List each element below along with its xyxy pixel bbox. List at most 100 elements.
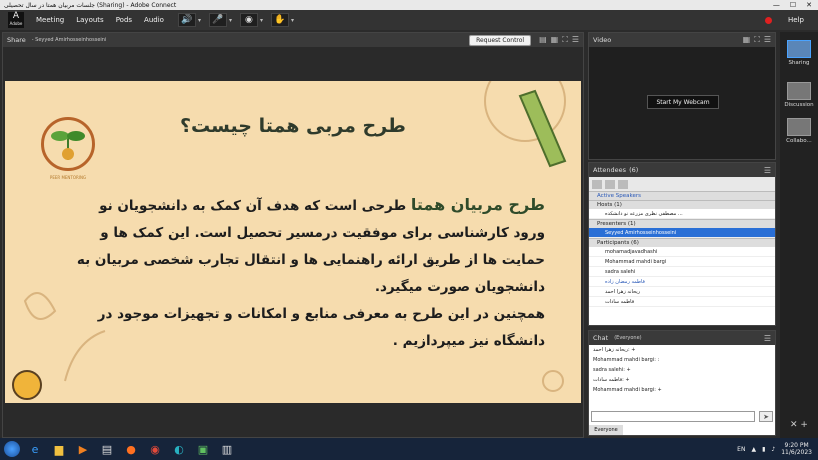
slide-body: طرح مربیان همتا طرحی است که هدف آن کمک ب… bbox=[45, 191, 545, 355]
layout-thumb-icon bbox=[787, 82, 811, 100]
raise-hand-tool[interactable]: ✋ ▾ bbox=[271, 13, 294, 27]
menu-audio[interactable]: Audio bbox=[144, 16, 164, 24]
chat-pod-title: Chat bbox=[593, 334, 609, 342]
slide-title: طرح مربی همتا چیست؟ bbox=[180, 115, 406, 137]
layout-sharing[interactable]: Sharing bbox=[784, 40, 814, 66]
tray-arrow-icon[interactable]: ▲ bbox=[751, 446, 756, 453]
video-pod-header: Video ▦ ⛶ ☰ bbox=[589, 33, 775, 47]
status-icon[interactable] bbox=[618, 179, 628, 189]
slide-line-6: دانشگاه نیز میپردازیم . bbox=[392, 333, 545, 349]
slide-line-5: همچنین در این طرح به معرفی منابع و امکان… bbox=[97, 306, 545, 322]
start-webcam-button[interactable]: Start My Webcam bbox=[647, 95, 719, 109]
lemon-decoration bbox=[12, 370, 42, 400]
participant-row[interactable]: mohamadjavadhashi bbox=[589, 247, 775, 257]
share-pod: Share - Seyyed Amirhosseinhosseini Reque… bbox=[2, 32, 584, 438]
window-title: جلسات مربیان همتا در سال تحصیلی (Sharing… bbox=[4, 1, 177, 9]
webcam-icon[interactable]: ◉ bbox=[239, 13, 258, 27]
chevron-down-icon[interactable]: ▾ bbox=[260, 17, 263, 24]
chat-pod: Chat (Everyone) ☰ ریحانه زهرا احمد: + Mo… bbox=[588, 330, 776, 436]
menu-layouts[interactable]: Layouts bbox=[76, 16, 103, 24]
firefox-icon[interactable]: ● bbox=[122, 441, 140, 457]
menu-pods[interactable]: Pods bbox=[116, 16, 132, 24]
video-pod-title: Video bbox=[593, 36, 612, 44]
presenter-row[interactable]: Seyyed Amirhosseinhosseini bbox=[589, 228, 775, 238]
request-control-button[interactable]: Request Control bbox=[469, 34, 532, 46]
minimize-icon[interactable]: — bbox=[773, 1, 780, 9]
speaker-tool[interactable]: 🔊 ▾ bbox=[177, 13, 201, 27]
list-view-icon[interactable] bbox=[592, 179, 602, 189]
recording-indicator-icon[interactable] bbox=[765, 16, 773, 24]
layout-icon[interactable]: ▦ bbox=[551, 35, 559, 45]
start-button[interactable] bbox=[4, 441, 20, 457]
layout-discussion[interactable]: Discussion bbox=[784, 82, 814, 108]
microphone-icon[interactable]: 🎤 bbox=[208, 13, 227, 27]
participant-row[interactable]: فاطمه سادات bbox=[589, 297, 775, 307]
participant-row[interactable]: فاطمه رمضان زاده bbox=[589, 277, 775, 287]
language-indicator[interactable]: EN bbox=[737, 446, 745, 453]
window-titlebar: جلسات مربیان همتا در سال تحصیلی (Sharing… bbox=[0, 0, 818, 10]
fit-width-icon[interactable]: ▤ bbox=[539, 35, 547, 45]
system-clock[interactable]: 9:20 PM 11/6/2023 bbox=[781, 442, 812, 456]
volume-icon[interactable]: ♪ bbox=[771, 446, 775, 453]
share-pod-header: Share - Seyyed Amirhosseinhosseini Reque… bbox=[3, 33, 583, 47]
hosts-section[interactable]: Hosts (1) bbox=[589, 200, 775, 209]
chat-message: Mohammad mahdi bargi: : bbox=[593, 357, 660, 363]
slide-line-2: ورود کارشناسی برای موفقیت درمسیر تحصیل ا… bbox=[100, 225, 545, 241]
raise-hand-icon[interactable]: ✋ bbox=[271, 13, 289, 27]
connect-app-icon[interactable]: ▣ bbox=[194, 441, 212, 457]
layout-thumb-icon bbox=[787, 40, 811, 58]
media-player-icon[interactable]: ▶ bbox=[74, 441, 92, 457]
layout-collaboration[interactable]: Collabo... bbox=[784, 118, 814, 144]
chat-message: ریحانه زهرا احمد: + bbox=[593, 347, 636, 353]
webcam-tool[interactable]: ◉ ▾ bbox=[239, 13, 263, 27]
adobe-logo: A Adobe bbox=[8, 11, 24, 28]
menu-meeting[interactable]: Meeting bbox=[36, 16, 64, 24]
network-icon[interactable]: ▮ bbox=[762, 446, 765, 453]
chevron-down-icon[interactable]: ▾ bbox=[229, 17, 232, 24]
document-icon[interactable]: ▥ bbox=[218, 441, 236, 457]
video-editor-icon[interactable]: ▤ bbox=[98, 441, 116, 457]
video-pod: Video ▦ ⛶ ☰ Start My Webcam bbox=[588, 32, 776, 160]
chevron-down-icon[interactable]: ▾ bbox=[198, 17, 201, 24]
slide-line-4: دانشجویان صورت میگیرد. bbox=[374, 279, 545, 295]
ie-icon[interactable]: e bbox=[26, 441, 44, 457]
chat-send-icon[interactable]: ➤ bbox=[759, 411, 773, 422]
system-tray: EN ▲ ▮ ♪ 9:20 PM 11/6/2023 bbox=[737, 442, 818, 456]
chat-tab-everyone[interactable]: Everyone bbox=[589, 425, 623, 435]
menu-help[interactable]: Help bbox=[788, 16, 804, 24]
pod-options-icon[interactable]: ☰ bbox=[764, 35, 771, 45]
maximize-icon[interactable]: ☐ bbox=[790, 1, 796, 9]
video-fullscreen-icon[interactable]: ⛶ bbox=[754, 35, 760, 45]
chat-message: sadra salehi: + bbox=[593, 367, 631, 373]
edge-icon[interactable]: ◐ bbox=[170, 441, 188, 457]
presenter-name: - Seyyed Amirhosseinhosseini bbox=[31, 37, 107, 43]
presenters-section[interactable]: Presenters (1) bbox=[589, 219, 775, 228]
participant-row[interactable]: sadra salehi bbox=[589, 267, 775, 277]
folder-icon[interactable]: ▆ bbox=[50, 441, 68, 457]
chat-input[interactable] bbox=[591, 411, 755, 422]
layouts-rail: Sharing Discussion Collabo... ✕ + bbox=[780, 32, 818, 438]
pod-options-icon[interactable]: ☰ bbox=[764, 334, 771, 343]
pod-options-icon[interactable]: ☰ bbox=[764, 166, 771, 175]
share-pod-title: Share bbox=[7, 36, 26, 44]
rail-settings-icon[interactable]: ✕ + bbox=[784, 420, 814, 430]
pod-options-icon[interactable]: ☰ bbox=[572, 35, 579, 45]
chrome-icon[interactable]: ◉ bbox=[146, 441, 164, 457]
slide-emphasis: طرح مربیان همتا bbox=[410, 195, 545, 214]
attendees-pod-header: Attendees (6) ☰ bbox=[589, 163, 775, 177]
grid-view-icon[interactable] bbox=[605, 179, 615, 189]
video-layout-icon[interactable]: ▦ bbox=[743, 35, 751, 45]
close-icon[interactable]: ✕ bbox=[806, 1, 812, 9]
menu-bar: A Adobe Meeting Layouts Pods Audio 🔊 ▾ 🎤 ▾… bbox=[0, 10, 818, 30]
participant-row[interactable]: Mohammad mahdi bargi bbox=[589, 257, 775, 267]
participants-section[interactable]: Participants (6) bbox=[589, 238, 775, 247]
chat-scope: (Everyone) bbox=[614, 335, 642, 341]
microphone-tool[interactable]: 🎤 ▾ bbox=[208, 13, 232, 27]
host-row[interactable]: مصطفی نظری مزرعه نو دانشکده ... bbox=[589, 209, 775, 219]
windows-taskbar: e ▆ ▶ ▤ ● ◉ ◐ ▣ ▥ EN ▲ ▮ ♪ 9:20 PM 11/6/… bbox=[0, 438, 818, 460]
attendees-count: (6) bbox=[629, 166, 639, 174]
fullscreen-icon[interactable]: ⛶ bbox=[562, 35, 568, 45]
chevron-down-icon[interactable]: ▾ bbox=[291, 17, 294, 24]
participant-row[interactable]: ریحانه زهرا احمد bbox=[589, 287, 775, 297]
speaker-icon[interactable]: 🔊 bbox=[177, 13, 196, 27]
